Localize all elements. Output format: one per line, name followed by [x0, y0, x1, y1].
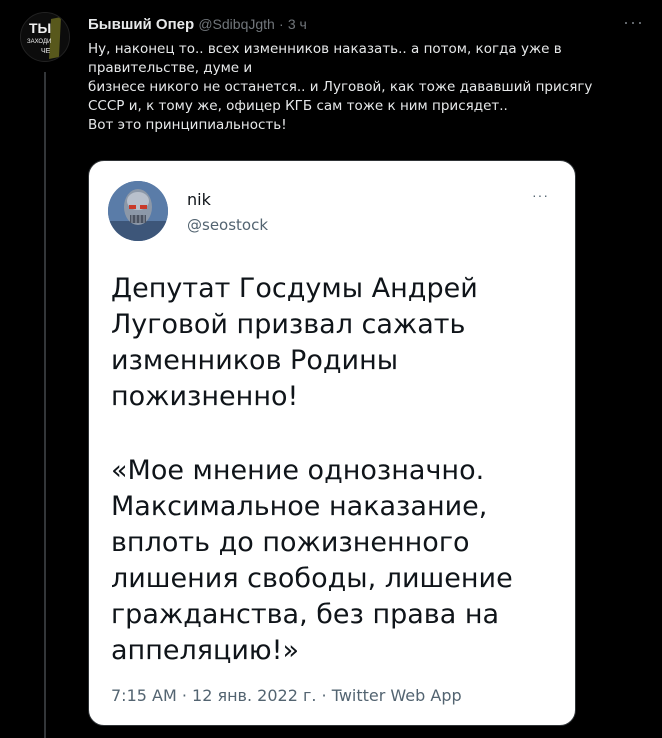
tweet-text-line: правительстве, думе и	[88, 60, 253, 76]
author-handle[interactable]: @SdibqJgth	[198, 16, 274, 32]
avatar-text-2: ЗАХОДИ	[27, 39, 51, 45]
embedded-body-line: «Мое мнение однозначно.	[111, 455, 485, 486]
separator-dot: ·	[279, 16, 284, 32]
avatar-image: ТЫ ЗАХОДИ ЧЕ	[21, 13, 69, 61]
embedded-tweet-image[interactable]: nik @seostock ··· Депутат Госдумы Андрей…	[88, 160, 576, 726]
embedded-more-icon: ···	[532, 187, 549, 203]
robot-avatar-icon	[108, 181, 168, 241]
tweet-text-line: Вот это принципиальность!	[88, 117, 287, 133]
embedded-author-handle: @seostock	[187, 216, 269, 234]
thread-line	[44, 72, 46, 738]
embedded-avatar	[108, 181, 168, 241]
tweet-header: Бывший Опер @SdibqJgth · 3 ч ···	[88, 12, 644, 36]
tweet-text-line: Ну, наконец то.. всех изменников наказат…	[88, 41, 562, 57]
more-options-button[interactable]: ···	[623, 12, 644, 32]
embedded-body-line: изменников Родины	[111, 345, 399, 376]
avatar-text-3: ЧЕ	[41, 48, 51, 55]
embedded-tweet-body: Депутат Госдумы Андрей Луговой призвал с…	[111, 271, 557, 669]
embedded-body-line: Депутат Госдумы Андрей	[111, 273, 478, 304]
embedded-body-line: Максимальное наказание,	[111, 491, 488, 522]
embedded-body-line: аппеляцию!»	[111, 635, 299, 666]
embedded-body-line: гражданства, без права на	[111, 599, 500, 630]
embedded-tweet-meta: 7:15 AM · 12 янв. 2022 г. · Twitter Web …	[111, 686, 462, 705]
embedded-body-line: пожизненно!	[111, 381, 299, 412]
embedded-body-line: лишения свободы, лишение	[111, 563, 513, 594]
author-name[interactable]: Бывший Опер	[88, 16, 194, 33]
tweet-text: Ну, наконец то.. всех изменников наказат…	[88, 40, 648, 135]
embedded-body-line: Луговой призвал сажать	[111, 309, 466, 340]
tweet-text-line: СССР и, к тому же, офицер КГБ сам тоже к…	[88, 98, 508, 114]
embedded-author-name: nik	[187, 190, 211, 209]
tweet-text-line: бизнесе никого не останется.. и Луговой,…	[88, 79, 593, 95]
avatar[interactable]: ТЫ ЗАХОДИ ЧЕ	[20, 12, 70, 62]
embedded-body-line: вплоть до пожизненного	[111, 527, 470, 558]
avatar-text-1: ТЫ	[29, 20, 51, 36]
tweet-time[interactable]: 3 ч	[288, 16, 307, 32]
